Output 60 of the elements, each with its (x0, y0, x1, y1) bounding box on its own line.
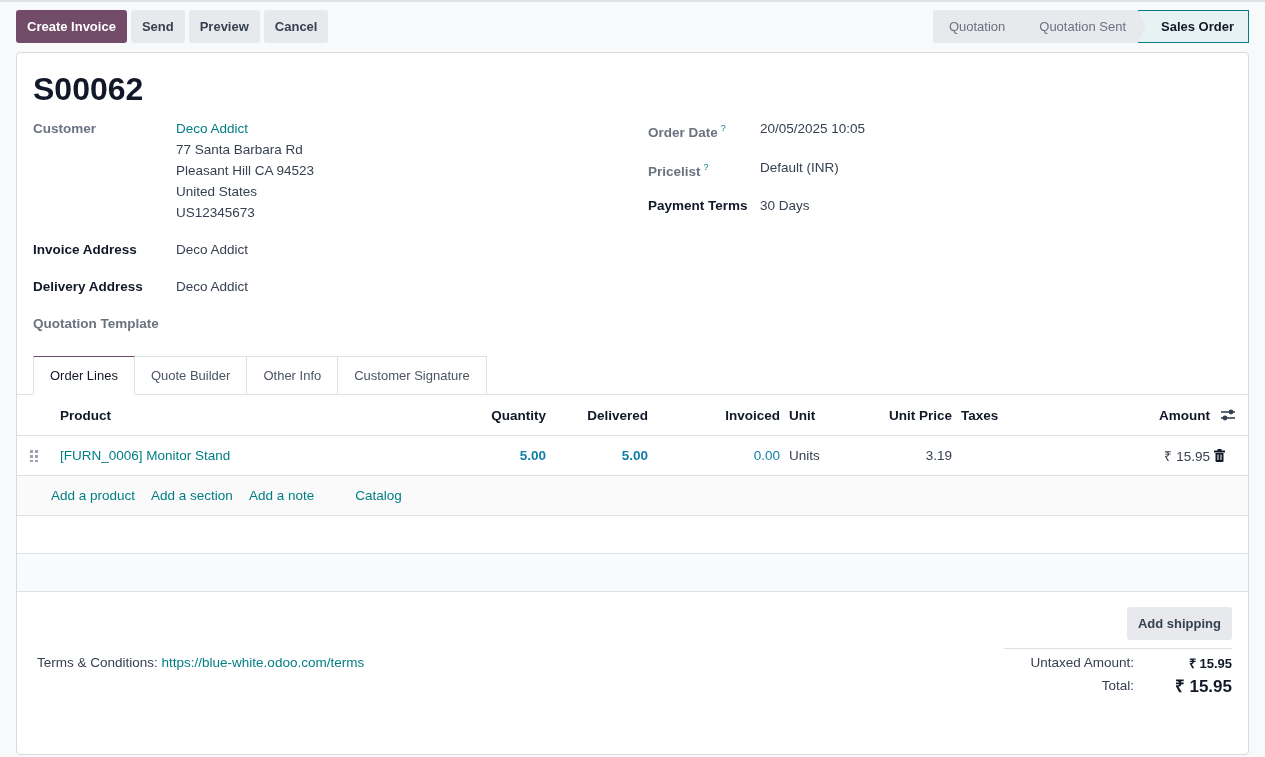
column-header[interactable]: Quantity (439, 407, 546, 423)
column-header[interactable]: Taxes (952, 407, 1109, 423)
tab[interactable]: Order Lines (33, 356, 135, 395)
terms-link[interactable]: https://blue-white.odoo.com/terms (161, 655, 365, 670)
record-title: S00062 (32, 70, 145, 109)
total-value: ₹ 15.95 (1187, 654, 1232, 672)
field-label: Delivery Address (33, 278, 144, 296)
field-label: Invoice Address (33, 241, 138, 259)
add-line-link[interactable]: Add a note (248, 488, 315, 503)
add-line-link[interactable]: Add a section (151, 488, 233, 503)
drag-handle-icon[interactable] (30, 449, 38, 462)
column-header[interactable]: Unit (780, 407, 860, 423)
table-cell-text: Units (788, 448, 821, 463)
help-tooltip[interactable]: ? (703, 161, 709, 172)
table-cell-text: 0.00 (752, 448, 780, 463)
tab[interactable]: Other Info (247, 356, 339, 395)
field-value: 30 Days (760, 197, 811, 215)
column-header[interactable]: Unit Price (860, 407, 952, 423)
status-stage[interactable]: Sales Order (1138, 10, 1249, 43)
field-value: 20/05/2025 10:05 (760, 120, 867, 138)
primary-action-button[interactable]: Create Invoice (16, 10, 127, 43)
action-button[interactable]: Preview (188, 10, 260, 43)
action-button[interactable]: Cancel (263, 10, 329, 43)
tab[interactable]: Quote Builder (134, 356, 248, 395)
status-stage[interactable]: Quotation Sent (1017, 10, 1146, 43)
table-cell-text: ₹ 15.95 (1163, 447, 1210, 465)
field-label: Customer (33, 120, 97, 138)
address-line: 77 Santa Barbara Rd (176, 141, 304, 159)
total-label: Untaxed Amount: (1029, 654, 1135, 672)
field-label: Payment Terms (648, 197, 749, 215)
field-value: Default (INR) (760, 158, 840, 177)
help-tooltip[interactable]: ? (720, 123, 726, 133)
column-settings-icon[interactable] (1220, 408, 1236, 422)
address-line: Pleasant Hill CA 94523 (176, 162, 316, 180)
add-shipping-button[interactable]: Add shipping (1126, 607, 1232, 640)
table-cell-text: 3.19 (924, 448, 952, 463)
tab[interactable]: Customer Signature (338, 356, 487, 395)
column-header[interactable]: Invoiced (648, 407, 780, 423)
column-header[interactable]: Amount (1109, 407, 1210, 423)
trash-icon[interactable] (1214, 449, 1225, 462)
table-cell-text: 5.00 (620, 448, 648, 463)
action-button[interactable]: Send (130, 10, 185, 43)
field-label: Pricelist $^{?}$ (648, 160, 710, 180)
terms-text: Terms & Conditions: https://blue-white.odoo.com/terms (37, 655, 365, 670)
column-header[interactable]: Product (51, 407, 439, 423)
field-value: Deco Addict (176, 278, 250, 296)
table-cell-text: 5.00 (518, 448, 546, 463)
field-value: Deco Addict (176, 241, 250, 259)
total-label: Total: (1100, 677, 1135, 695)
add-line-link[interactable]: Add a product (51, 488, 136, 503)
add-line-link[interactable]: Catalog (355, 488, 402, 503)
field-label: Quotation Template (33, 315, 160, 333)
total-value: ₹ 15.95 (1173, 676, 1232, 697)
status-stage[interactable]: Quotation (932, 10, 1026, 43)
address-line: US12345673 (176, 204, 256, 222)
product-link[interactable]: [FURN_0006] Monitor Stand (51, 448, 439, 463)
address-line: United States (176, 183, 259, 201)
customer-link[interactable]: Deco Addict (176, 118, 648, 139)
field-label: Order Date $^{?}$ (648, 122, 727, 142)
column-header[interactable]: Delivered (546, 407, 648, 423)
